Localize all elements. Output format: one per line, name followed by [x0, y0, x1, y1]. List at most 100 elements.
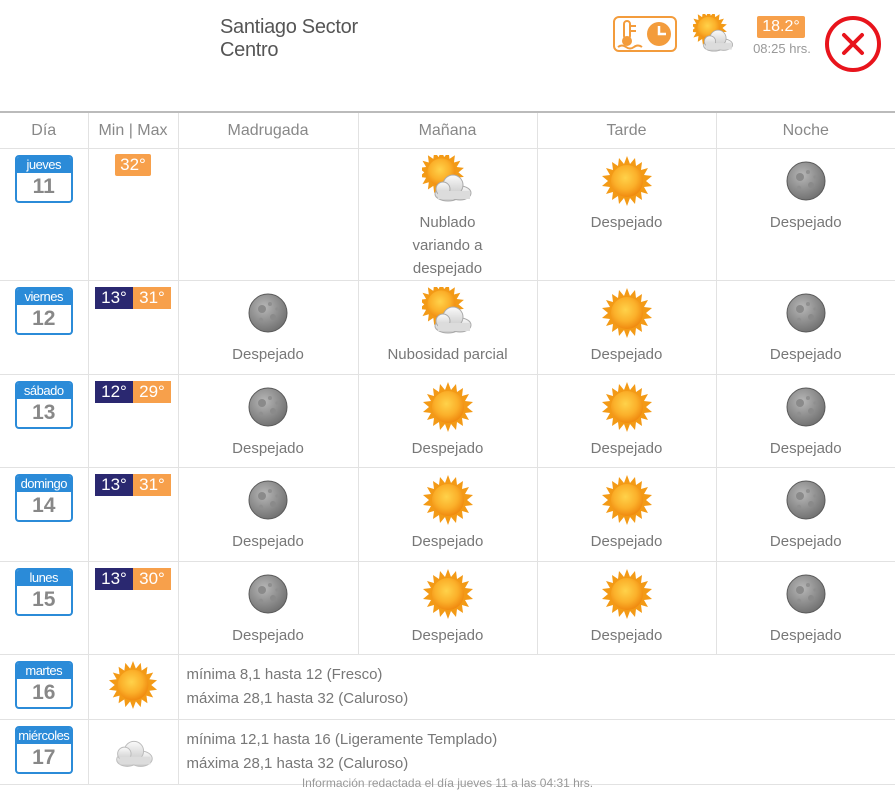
condition-label: Despejado: [232, 533, 304, 550]
day-number: 16: [32, 681, 56, 704]
condition-label: Despejado: [769, 214, 842, 231]
page-title: Santiago Sector Centro: [220, 16, 358, 61]
condition-label: Despejado: [232, 346, 304, 363]
period-cell: Despejado: [537, 280, 717, 375]
thermometer-clock-icon[interactable]: [613, 16, 677, 52]
condition-label: Despejado: [232, 440, 304, 457]
table-row: viernes 12 13° 31° Despejado Nubosidad p…: [0, 280, 895, 375]
partly-cloudy-icon: [422, 287, 474, 339]
calendar-icon: domingo 14: [14, 474, 73, 522]
temp-range: 32°: [115, 154, 151, 176]
temp-range: 13° 30°: [95, 568, 171, 590]
close-button[interactable]: [825, 16, 881, 72]
col-header-dia: Día: [0, 113, 89, 149]
table-row: jueves 11 32° Nublado variando a despeja…: [0, 148, 895, 281]
calendar-icon: sábado 13: [14, 381, 73, 429]
period-cell: Despejado: [716, 561, 895, 655]
calendar-icon: lunes 15: [14, 568, 73, 616]
sun-icon: [601, 155, 653, 207]
period-cell: Despejado: [716, 374, 895, 468]
cloud-icon: [108, 725, 158, 775]
period-cell: Despejado: [358, 561, 538, 655]
extended-forecast: mínima 8,1 hasta 12 (Fresco) máxima 28,1…: [178, 654, 895, 720]
moon-icon: [780, 381, 832, 433]
min-range-text: mínima 8,1 hasta 12 (Fresco): [186, 666, 383, 683]
max-temp: 30°: [133, 568, 171, 590]
min-range-text: mínima 12,1 hasta 16 (Ligeramente Templa…: [186, 731, 498, 748]
period-cell: [178, 148, 359, 281]
calendar-icon: jueves 11: [14, 155, 73, 203]
max-range-text: máxima 28,1 hasta 32 (Caluroso): [186, 690, 409, 707]
day-name: miércoles: [16, 728, 71, 744]
moon-icon: [780, 287, 832, 339]
condition-label: Despejado: [590, 440, 663, 457]
period-cell: Despejado: [178, 374, 359, 468]
condition-label: Despejado: [232, 627, 304, 644]
period-cell: Despejado: [178, 280, 359, 375]
sun-icon: [422, 568, 474, 620]
day-name: domingo: [16, 476, 71, 492]
max-temp: 31°: [133, 287, 171, 309]
moon-icon: [780, 155, 832, 207]
day-name: jueves: [16, 157, 71, 173]
condition-label: Despejado: [411, 533, 484, 550]
period-cell: Despejado: [178, 561, 359, 655]
max-temp: 32°: [115, 154, 151, 176]
min-temp: 13°: [95, 568, 133, 590]
period-cell: Despejado: [537, 467, 717, 562]
forecast-table: Día Min | Max Madrugada Mañana Tarde Noc…: [0, 113, 895, 785]
moon-icon: [780, 568, 832, 620]
day-name: viernes: [16, 289, 71, 305]
col-header-tarde: Tarde: [537, 113, 717, 149]
calendar-icon: martes 16: [14, 661, 73, 709]
day-number: 12: [32, 307, 56, 330]
sun-icon: [601, 474, 653, 526]
close-icon: [842, 33, 864, 55]
day-number: 13: [32, 401, 56, 424]
table-row: miércoles 17 mínima 12,1 hasta 16 (Liger…: [0, 719, 895, 785]
extended-forecast: mínima 12,1 hasta 16 (Ligeramente Templa…: [178, 719, 895, 785]
col-header-noche: Noche: [716, 113, 895, 149]
condition-label: Despejado: [590, 627, 663, 644]
period-cell: Despejado: [716, 467, 895, 562]
col-header-madrugada: Madrugada: [178, 113, 359, 149]
period-cell: Despejado: [537, 561, 717, 655]
moon-icon: [242, 381, 294, 433]
sun-icon: [601, 287, 653, 339]
sun-icon: [422, 474, 474, 526]
period-cell: Nubosidad parcial: [358, 280, 538, 375]
day-number: 17: [32, 746, 56, 769]
period-cell: Despejado: [178, 467, 359, 562]
condition-label: Despejado: [769, 346, 842, 363]
calendar-icon: viernes 12: [14, 287, 73, 335]
calendar-icon: miércoles 17: [14, 726, 73, 774]
day-number: 15: [32, 588, 56, 611]
condition-label: Despejado: [411, 627, 484, 644]
footer-note: Información redactada el día jueves 11 a…: [301, 776, 594, 790]
temp-range: 13° 31°: [95, 474, 171, 496]
condition-label: Nubosidad parcial: [387, 346, 508, 363]
moon-icon: [242, 287, 294, 339]
day-number: 11: [32, 175, 55, 198]
partly-cloudy-icon: [693, 14, 735, 56]
moon-icon: [780, 474, 832, 526]
sun-icon: [422, 381, 474, 433]
min-temp: 13°: [95, 287, 133, 309]
period-cell: Nublado variando a despejado: [358, 148, 538, 281]
table-row: lunes 15 13° 30° Despejado Despejado Des…: [0, 561, 895, 655]
partly-cloudy-icon: [422, 155, 474, 207]
day-name: martes: [16, 663, 71, 679]
temp-range: 13° 31°: [95, 287, 171, 309]
day-name: lunes: [16, 570, 71, 586]
table-row: martes 16 mínima 8,1 hasta 12 (Fresco) m…: [0, 654, 895, 720]
condition-label: Despejado: [411, 440, 484, 457]
temp-range: 12° 29°: [95, 381, 171, 403]
min-temp: 12°: [95, 381, 133, 403]
moon-icon: [242, 568, 294, 620]
max-range-text: máxima 28,1 hasta 32 (Caluroso): [186, 755, 409, 772]
sun-icon: [601, 381, 653, 433]
current-temperature: 18.2°: [757, 16, 805, 38]
sun-icon: [108, 660, 158, 710]
table-header: Día Min | Max Madrugada Mañana Tarde Noc…: [0, 113, 895, 149]
condition-label: Despejado: [769, 533, 842, 550]
